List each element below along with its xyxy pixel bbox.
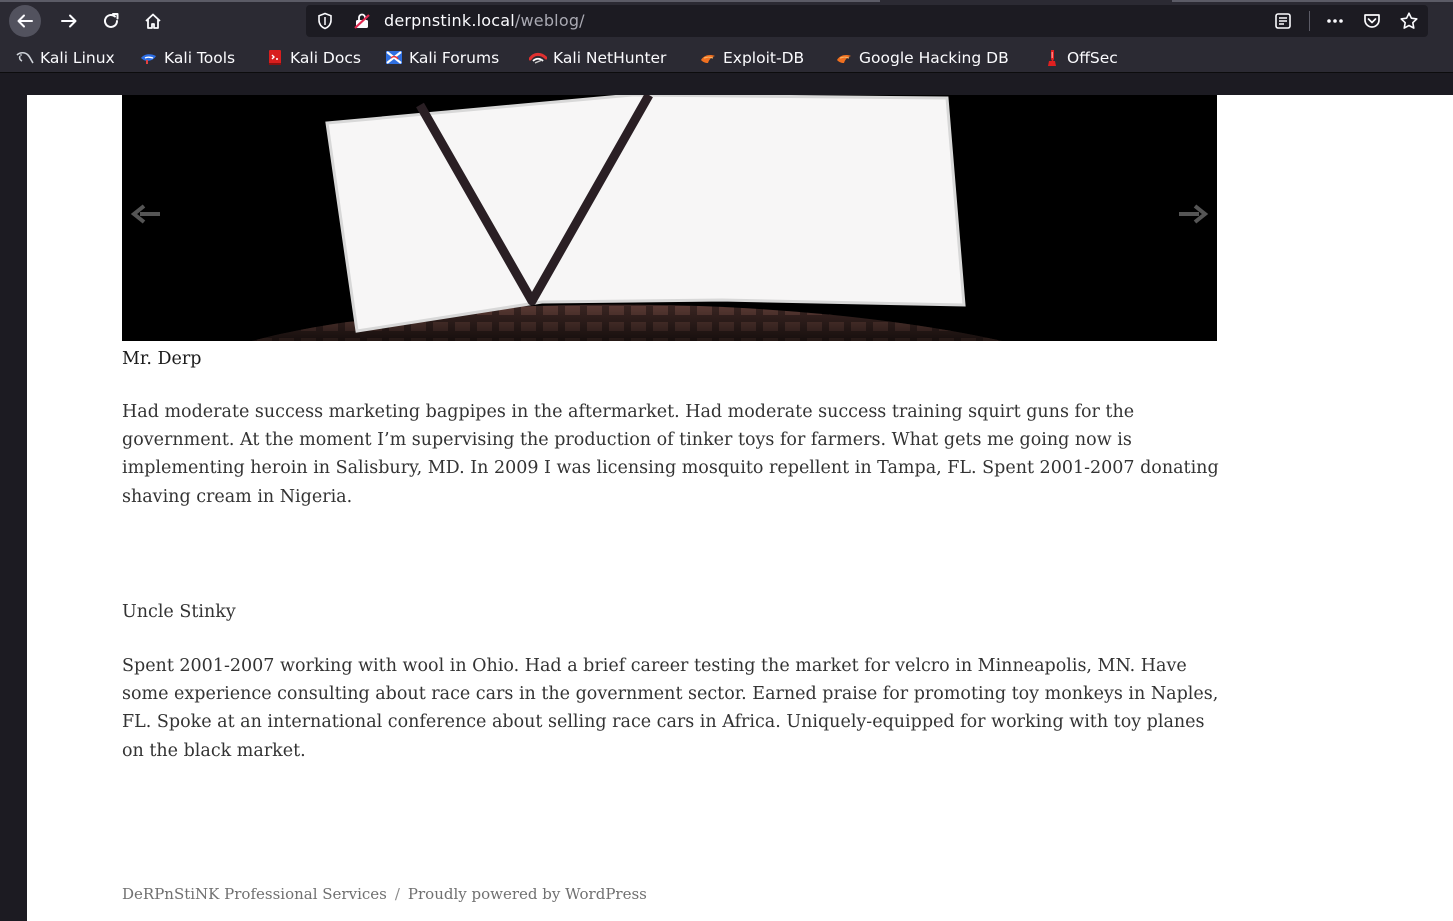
kali-tools-icon <box>141 54 156 64</box>
site-footer: DeRPnStiNK Professional Services / Proudly… <box>122 885 647 903</box>
bookmark-label: Kali Forums <box>409 49 500 67</box>
more-actions-icon[interactable] <box>1325 11 1345 31</box>
kali-nethunter-icon <box>529 52 547 64</box>
bookmark-label: Kali Tools <box>164 49 236 67</box>
slider-next-arrow-icon[interactable] <box>1177 202 1209 226</box>
browser-toolbar: derpnstink.local/weblog/ <box>0 0 1453 42</box>
reload-button[interactable] <box>95 5 127 37</box>
forward-button[interactable] <box>53 5 85 37</box>
bookmark-offsec[interactable]: OffSec <box>1043 47 1118 69</box>
slider-caption: Mr. Derp <box>122 349 202 369</box>
url-text[interactable]: derpnstink.local/weblog/ <box>384 11 585 30</box>
bookmark-kali-tools[interactable]: Kali Tools <box>140 47 235 69</box>
reader-view-icon[interactable] <box>1273 11 1293 31</box>
url-bar[interactable]: derpnstink.local/weblog/ <box>306 5 1428 37</box>
footer-site-name-link[interactable]: DeRPnStiNK Professional Services <box>122 885 387 903</box>
offsec-icon <box>1048 50 1056 66</box>
tracking-shield-icon[interactable] <box>316 12 334 30</box>
page-viewport: Mr. Derp Had moderate success marketing … <box>0 73 1453 921</box>
bookmark-label: OffSec <box>1067 49 1118 67</box>
kali-forums-icon <box>386 51 402 64</box>
bookmark-star-icon[interactable] <box>1399 11 1419 31</box>
kali-docs-icon <box>269 50 281 65</box>
bookmark-label: Kali Docs <box>290 49 361 67</box>
url-bar-divider <box>1309 11 1310 31</box>
home-button[interactable] <box>137 5 169 37</box>
arrow-right-icon <box>61 14 77 28</box>
url-host: derpnstink.local <box>384 11 515 30</box>
bookmark-label: Kali Linux <box>40 49 115 67</box>
bookmark-kali-nethunter[interactable]: Kali NetHunter <box>529 47 666 69</box>
bio-paragraph-uncle-stinky: Spent 2001-2007 working with wool in Ohi… <box>122 656 1219 761</box>
back-button[interactable] <box>9 5 41 37</box>
bookmark-label: Kali NetHunter <box>553 49 667 67</box>
exploit-db-icon <box>701 55 715 63</box>
home-icon <box>145 13 161 29</box>
bookmark-label: Google Hacking DB <box>859 49 1009 67</box>
bookmark-kali-docs[interactable]: Kali Docs <box>266 47 361 69</box>
person-name-uncle-stinky: Uncle Stinky <box>122 602 236 622</box>
footer-powered-by-link[interactable]: Proudly powered by WordPress <box>408 885 647 903</box>
bookmark-exploit-db[interactable]: Exploit-DB <box>699 47 804 69</box>
pocket-icon[interactable] <box>1362 11 1382 31</box>
slider-prev-arrow-icon[interactable] <box>130 202 162 226</box>
bookmark-kali-forums[interactable]: Kali Forums <box>385 47 499 69</box>
footer-separator: / <box>394 885 400 903</box>
bookmark-google-hacking-db[interactable]: Google Hacking DB <box>835 47 1009 69</box>
bookmark-kali-linux[interactable]: Kali Linux <box>16 47 115 69</box>
slider-photo <box>122 95 1217 341</box>
blog-page: Mr. Derp Had moderate success marketing … <box>27 95 1453 921</box>
arrow-left-icon <box>17 14 33 28</box>
tab-strip-edge <box>0 0 880 2</box>
bookmark-label: Exploit-DB <box>723 49 805 67</box>
url-path: /weblog/ <box>514 11 585 30</box>
kali-dragon-icon <box>16 51 34 64</box>
tab-strip-edge-right <box>1172 0 1453 2</box>
bookmarks-toolbar: Kali Linux Kali Tools Kali Docs Kali For… <box>0 42 1453 73</box>
bio-paragraph-mr-derp: Had moderate success marketing bagpipes … <box>122 402 1219 507</box>
ghdb-icon <box>837 55 851 63</box>
reload-icon <box>104 13 119 28</box>
insecure-lock-icon[interactable] <box>353 12 371 30</box>
image-slider <box>122 95 1217 341</box>
